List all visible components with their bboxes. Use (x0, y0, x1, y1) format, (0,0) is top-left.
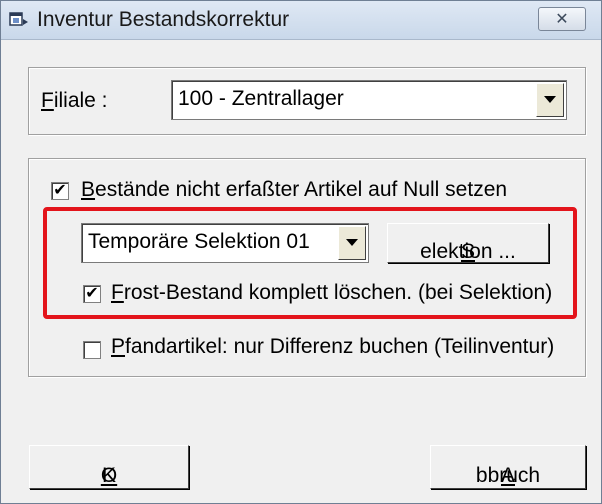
filiale-select-value: 100 - Zentrallager (178, 87, 344, 110)
chevron-down-icon (346, 239, 358, 246)
filiale-dropdown-button[interactable] (536, 83, 564, 117)
window-title: Inventur Bestandskorrektur (37, 8, 290, 31)
check-icon: ✔ (53, 180, 67, 199)
dialog-window: Inventur Bestandskorrektur ✕ Filiale : 1… (0, 0, 602, 504)
pfand-checkbox[interactable] (83, 341, 101, 359)
close-button[interactable]: ✕ (538, 7, 586, 31)
check-icon: ✔ (85, 283, 99, 302)
reset-stock-checkbox[interactable]: ✔ (51, 180, 69, 200)
selection-button[interactable]: Selektion ... (387, 223, 549, 263)
selection-dropdown-button[interactable] (338, 226, 366, 260)
chevron-down-icon (544, 96, 556, 103)
cancel-button[interactable]: Abbruch (430, 445, 586, 489)
frost-checkbox[interactable]: ✔ (83, 283, 101, 303)
app-icon (9, 12, 28, 26)
title-bar[interactable]: Inventur Bestandskorrektur ✕ (1, 1, 601, 40)
frost-label[interactable]: Frost-Bestand komplett löschen. (bei Sel… (111, 281, 552, 305)
filiale-label: Filiale : (41, 89, 108, 112)
pfand-label[interactable]: Pfandartikel: nur Differenz buchen (Teil… (111, 335, 554, 359)
reset-stock-label[interactable]: Bestände nicht erfaßter Artikel auf Null… (81, 178, 507, 202)
selection-select[interactable]: Temporäre Selektion 01 (81, 223, 369, 263)
ok-button[interactable]: OK (29, 445, 189, 489)
selection-select-value: Temporäre Selektion 01 (88, 230, 310, 253)
filiale-select[interactable]: 100 - Zentrallager (171, 80, 567, 120)
close-icon: ✕ (555, 9, 569, 28)
